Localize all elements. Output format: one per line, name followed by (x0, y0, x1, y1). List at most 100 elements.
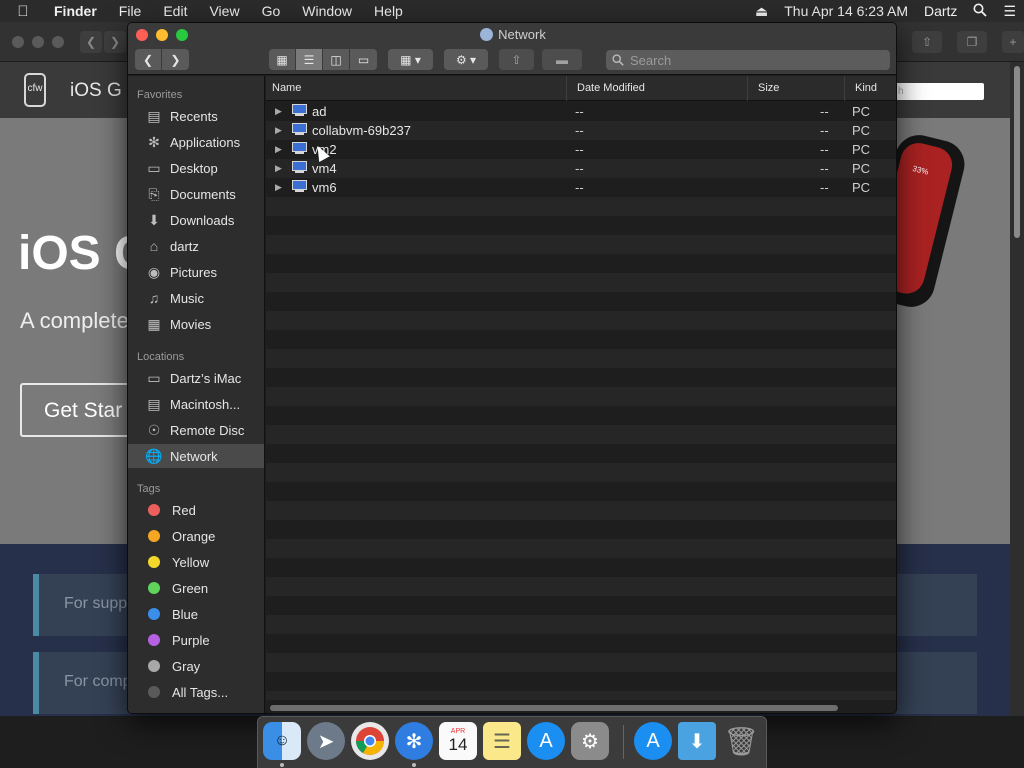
share-icon[interactable]: ⇧ (499, 49, 534, 70)
sidebar-tag-orange[interactable]: Orange (128, 524, 264, 548)
menu-window[interactable]: Window (291, 3, 363, 19)
sidebar-item-documents[interactable]: ⎘ Documents (128, 182, 264, 206)
chrome-dock-icon[interactable] (351, 722, 389, 760)
menu-file[interactable]: File (108, 3, 153, 19)
notes-dock-icon[interactable]: ☰ (483, 722, 521, 760)
menu-clock[interactable]: Thu Apr 14 6:23 AM (776, 3, 916, 19)
sidebar-tag-blue[interactable]: Blue (128, 602, 264, 626)
spotlight-search-icon[interactable] (965, 3, 995, 20)
browser-scrollbar[interactable] (1010, 62, 1024, 716)
column-view-icon[interactable]: ◫ (323, 49, 350, 70)
notification-center-icon[interactable]: ☰ (995, 3, 1024, 20)
sidebar-item-recents[interactable]: ▤ Recents (128, 104, 264, 128)
sidebar-item-label: Purple (172, 632, 210, 648)
app-store-dock-icon[interactable]: A (527, 722, 565, 760)
site-title[interactable]: iOS G (70, 80, 122, 102)
browser-scroll-thumb[interactable] (1014, 66, 1020, 238)
downloads-stack-dock-icon[interactable]: ⬇ (678, 722, 716, 760)
tag-icon[interactable]: ▬ (542, 49, 582, 70)
imac-icon: ▭ (147, 369, 161, 386)
table-row[interactable]: ▶ collabvm-69b237 -- -- PC (266, 121, 896, 140)
disclosure-triangle-icon[interactable]: ▶ (275, 125, 282, 136)
action-gear-icon[interactable]: ⚙ ▾ (444, 49, 488, 70)
sidebar-item-label: Recents (170, 108, 218, 124)
safari-dock-icon[interactable]: ✻ (395, 722, 433, 760)
site-logo[interactable]: cfw (24, 73, 46, 107)
column-date-modified[interactable]: Date Modified (566, 76, 747, 101)
gray-tag-icon (148, 660, 160, 672)
sidebar-item-music[interactable]: ♫ Music (128, 286, 264, 310)
eject-icon[interactable]: ⏏ (747, 3, 776, 20)
sidebar-item-macintosh-hd[interactable]: ▤ Macintosh... (128, 392, 264, 416)
sidebar-tag-yellow[interactable]: Yellow (128, 550, 264, 574)
gallery-view-icon[interactable]: ▭ (350, 49, 377, 70)
browser-new-tab-icon[interactable]: + (1002, 31, 1024, 53)
column-size[interactable]: Size (747, 76, 844, 101)
disclosure-triangle-icon[interactable]: ▶ (275, 144, 282, 155)
app-store-folder-dock-icon[interactable]: A (634, 722, 672, 760)
search-field[interactable] (606, 50, 890, 70)
apple-menu-icon[interactable]:  (0, 3, 46, 20)
table-row[interactable]: ▶ vm4 -- -- PC (266, 159, 896, 178)
sidebar-item-applications[interactable]: ✻ Applications (128, 130, 264, 154)
sidebar-item-remote-disc[interactable]: ☉ Remote Disc (128, 418, 264, 442)
browser-back-icon[interactable]: ❮ (80, 31, 102, 53)
sidebar-item-home[interactable]: ⌂ dartz (128, 234, 264, 258)
browser-share-icon[interactable]: ⇧ (912, 31, 942, 53)
sidebar-item-downloads[interactable]: ⬇ Downloads (128, 208, 264, 232)
calendar-dock-icon[interactable]: APR 14 (439, 722, 477, 760)
sidebar-item-label: All Tags... (172, 684, 229, 700)
browser-forward-icon[interactable]: ❯ (104, 31, 126, 53)
back-icon[interactable]: ❮ (135, 49, 162, 70)
list-view-icon[interactable]: ☰ (296, 49, 323, 70)
table-row[interactable]: ▶ vm2 -- -- PC (266, 140, 896, 159)
menu-edit[interactable]: Edit (152, 3, 198, 19)
group-by-icon[interactable]: ▦ ▾ (388, 49, 433, 70)
sidebar-tag-purple[interactable]: Purple (128, 628, 264, 652)
browser-zoom-button[interactable] (52, 36, 64, 48)
calendar-day: 14 (448, 734, 468, 754)
menu-view[interactable]: View (198, 3, 250, 19)
sidebar-item-pictures[interactable]: ◉ Pictures (128, 260, 264, 284)
system-preferences-dock-icon[interactable]: ⚙ (571, 722, 609, 760)
launchpad-dock-icon[interactable]: ➤ (307, 722, 345, 760)
purple-tag-icon (148, 634, 160, 646)
sidebar-item-desktop[interactable]: ▭ Desktop (128, 156, 264, 180)
column-name[interactable]: Name (266, 76, 566, 101)
trash-dock-icon[interactable]: 🗑 (722, 722, 760, 760)
table-row[interactable]: ▶ vm6 -- -- PC (266, 178, 896, 197)
sidebar-item-label: Gray (172, 658, 201, 674)
column-kind[interactable]: Kind (844, 76, 896, 101)
forward-icon[interactable]: ❯ (162, 49, 189, 70)
disclosure-triangle-icon[interactable]: ▶ (275, 163, 282, 174)
browser-close-button[interactable] (12, 36, 24, 48)
sidebar-all-tags[interactable]: All Tags... (128, 680, 264, 704)
row-kind: PC (852, 161, 871, 176)
sidebar-tag-red[interactable]: Red (128, 498, 264, 522)
sidebar-tag-green[interactable]: Green (128, 576, 264, 600)
network-icon: 🌐 (145, 447, 163, 464)
sidebar-item-network[interactable]: 🌐 Network (128, 444, 264, 468)
horizontal-scrollbar[interactable] (270, 702, 894, 713)
sidebar-item-label: Green (172, 580, 209, 596)
pictures-icon: ◉ (147, 263, 161, 280)
sidebar-item-movies[interactable]: ▦ Movies (128, 312, 264, 336)
search-input[interactable] (630, 52, 880, 68)
menu-help[interactable]: Help (363, 3, 414, 19)
finder-dock-icon[interactable]: ☺ (263, 722, 301, 760)
sidebar-item-imac[interactable]: ▭ Dartz’s iMac (128, 366, 264, 390)
safari-running-indicator (412, 763, 416, 767)
browser-tabs-icon[interactable]: ❐ (957, 31, 987, 53)
sidebar-tag-gray[interactable]: Gray (128, 654, 264, 678)
disclosure-triangle-icon[interactable]: ▶ (275, 182, 282, 193)
menu-user[interactable]: Dartz (916, 3, 965, 19)
menu-finder[interactable]: Finder (46, 3, 108, 19)
icon-view-icon[interactable]: ▦ (269, 49, 296, 70)
menu-go[interactable]: Go (251, 3, 292, 19)
table-row[interactable]: ▶ ad -- -- PC (266, 102, 896, 121)
finder-titlebar: Network ❮ ❯ ▦ ☰ ◫ ▭ ▦ ▾ ⚙ ▾ ⇧ ▬ (128, 23, 896, 75)
browser-minimize-button[interactable] (32, 36, 44, 48)
sidebar-item-label: Downloads (170, 212, 235, 228)
horizontal-scroll-thumb[interactable] (270, 705, 838, 711)
disclosure-triangle-icon[interactable]: ▶ (275, 106, 282, 117)
